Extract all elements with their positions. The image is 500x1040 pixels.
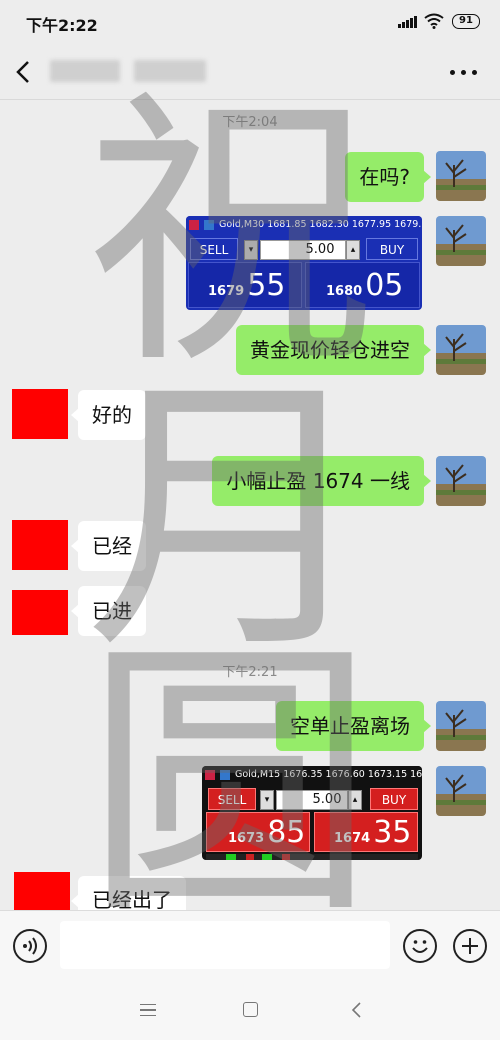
lot-decrease-button[interactable]: ▾	[244, 240, 258, 260]
sell-button[interactable]: SELL	[190, 238, 238, 260]
timestamp: 下午2:04	[222, 115, 278, 130]
back-icon[interactable]	[14, 60, 34, 84]
sell-price: 1673 85	[228, 815, 306, 850]
message-bubble-sent[interactable]: 在吗?	[345, 152, 431, 202]
lot-increase-button[interactable]: ▴	[348, 790, 362, 810]
buy-price: 1674 35	[334, 815, 412, 850]
status-time: 下午2:22	[26, 16, 98, 35]
chart-icon	[205, 770, 215, 780]
contact-name-redacted	[50, 60, 120, 82]
message-bubble-sent[interactable]: 小幅止盈 1674 一线	[212, 456, 431, 506]
message-bubble-sent[interactable]: 空单止盈离场	[276, 701, 431, 751]
my-avatar[interactable]	[436, 456, 486, 506]
my-avatar[interactable]	[436, 325, 486, 375]
nav-back-icon[interactable]	[350, 1002, 364, 1018]
contact-avatar[interactable]	[14, 872, 70, 910]
lot-increase-button[interactable]: ▴	[346, 240, 360, 260]
sell-price: 1679 55	[208, 268, 286, 303]
trade-quotes: 1676.35 1676.60 1673.15 1673.85	[283, 769, 422, 780]
timestamp: 下午2:21	[222, 665, 278, 680]
trade-screenshot-image[interactable]: Gold,M30 1681.85 1682.30 1677.95 1679.55…	[186, 216, 422, 310]
chat-header	[0, 44, 500, 100]
signal-icon	[398, 16, 418, 28]
chart-icon	[189, 220, 199, 230]
trade-title-bar: Gold,M30 1681.85 1682.30 1677.95 1679.55	[186, 216, 422, 234]
trade-quotes: 1681.85 1682.30 1677.95 1679.55	[267, 219, 422, 230]
chart-strip	[206, 854, 418, 860]
contact-name-redacted-2	[134, 60, 206, 82]
lot-size-field[interactable]: 5.00	[260, 240, 346, 260]
trade-symbol: Gold,M30	[219, 219, 265, 230]
battery-icon: 91	[452, 14, 480, 29]
contact-avatar[interactable]	[12, 590, 68, 635]
contact-avatar[interactable]	[12, 520, 68, 570]
message-bubble-received[interactable]: 已经出了	[71, 876, 186, 912]
message-bubble-received[interactable]: 已进	[71, 586, 146, 636]
message-bubble-received[interactable]: 已经	[71, 521, 146, 571]
trade-symbol: Gold,M15	[235, 769, 281, 780]
system-nav-bar	[0, 980, 500, 1040]
buy-button[interactable]: BUY	[366, 238, 418, 260]
lot-decrease-button[interactable]: ▾	[260, 790, 274, 810]
message-input[interactable]	[60, 921, 390, 969]
flag-icon	[204, 220, 214, 230]
voice-icon[interactable]	[13, 929, 47, 963]
home-icon[interactable]	[243, 1002, 258, 1017]
lot-size-field[interactable]: 5.00	[276, 790, 348, 810]
add-icon[interactable]	[453, 929, 487, 963]
my-avatar[interactable]	[436, 766, 486, 816]
wifi-icon	[424, 13, 444, 29]
buy-price: 1680 05	[326, 268, 404, 303]
chat-input-bar	[0, 910, 500, 980]
message-bubble-sent[interactable]: 黄金现价轻仓进空	[236, 325, 431, 375]
sell-button[interactable]: SELL	[208, 788, 256, 810]
my-avatar[interactable]	[436, 151, 486, 201]
flag-icon	[220, 770, 230, 780]
my-avatar[interactable]	[436, 216, 486, 266]
buy-button[interactable]: BUY	[370, 788, 418, 810]
more-icon[interactable]	[450, 70, 480, 76]
emoji-icon[interactable]	[403, 929, 437, 963]
my-avatar[interactable]	[436, 701, 486, 751]
recent-apps-icon[interactable]	[140, 1004, 156, 1016]
contact-avatar[interactable]	[12, 389, 68, 439]
message-bubble-received[interactable]: 好的	[71, 390, 146, 440]
trade-title-bar: Gold,M15 1676.35 1676.60 1673.15 1673.85	[202, 766, 422, 784]
trade-screenshot-image[interactable]: Gold,M15 1676.35 1676.60 1673.15 1673.85…	[202, 766, 422, 860]
status-bar: 下午2:22 91	[0, 0, 500, 44]
